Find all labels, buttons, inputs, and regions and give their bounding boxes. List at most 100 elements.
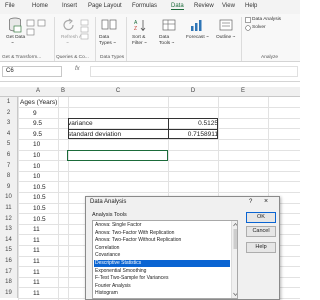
outline-icon (219, 19, 233, 31)
column-header-c[interactable]: C (68, 88, 168, 94)
data-analysis-button[interactable]: Data Analysis (252, 17, 281, 23)
tab-page-layout[interactable]: Page Layout (88, 3, 122, 9)
formula-input[interactable] (90, 66, 298, 77)
cell-a-value[interactable]: 11 (33, 226, 40, 233)
forecast-icon (191, 20, 202, 31)
row-header[interactable]: 11 (0, 203, 18, 214)
row-gridline (18, 191, 300, 193)
tab-file[interactable]: File (5, 3, 15, 9)
cell-a-value[interactable]: 10 (33, 152, 40, 159)
row-header[interactable]: 16 (0, 256, 18, 267)
row-header[interactable]: 8 (0, 171, 18, 182)
ribbon-tab-bar: File Home Insert Page Layout Formulas Da… (0, 0, 300, 14)
cell-a-value[interactable]: 9.5 (33, 120, 42, 127)
connections-icons[interactable] (80, 19, 92, 41)
row-header[interactable]: 4 (0, 128, 18, 140)
row-header[interactable]: 15 (0, 245, 18, 256)
row-header[interactable]: 2 (0, 107, 18, 119)
row-header[interactable]: 5 (0, 139, 18, 150)
solver-button[interactable]: Solver (252, 25, 266, 31)
get-data-button[interactable]: Get Data (6, 35, 25, 41)
stats-range-divider (68, 128, 218, 130)
tool-item[interactable]: Histogram (94, 290, 230, 297)
cell-a-value[interactable]: 11 (33, 258, 40, 265)
column-headers: A B C D E (0, 87, 300, 97)
cell-a-value[interactable]: 10.5 (33, 194, 46, 201)
tab-formulas[interactable]: Formulas (132, 3, 157, 9)
tool-item[interactable]: Exponential Smoothing (94, 268, 230, 275)
column-header-d[interactable]: D (168, 88, 218, 94)
help-icon[interactable]: ? (249, 199, 252, 205)
data-types-button[interactable]: Data Types ~ (99, 35, 121, 47)
row-header[interactable]: 1 (0, 97, 18, 108)
tool-item[interactable]: F-Test Two-Sample for Variances (94, 275, 230, 282)
cell-a-value[interactable]: 10 (33, 163, 40, 170)
cell-a-value[interactable]: 10.5 (33, 184, 46, 191)
tool-item-selected[interactable]: Descriptive Statistics (94, 260, 230, 267)
group-get-transform: Get & Transform... (2, 55, 42, 60)
ribbon: Get Data ~ Get & Transform... Refresh Al… (0, 14, 300, 62)
get-data-dropdown[interactable]: ~ (11, 41, 14, 47)
dialog-title: Data Analysis (90, 199, 127, 205)
tab-data[interactable]: Data (171, 3, 184, 10)
active-cell-c6[interactable] (67, 149, 168, 162)
name-box-value: C6 (6, 68, 14, 74)
tab-view[interactable]: View (222, 3, 235, 9)
close-icon[interactable]: × (264, 198, 268, 205)
row-header[interactable]: 9 (0, 181, 18, 193)
refresh-all-dropdown[interactable]: ~ (66, 41, 69, 47)
tab-insert[interactable]: Insert (62, 3, 77, 9)
row-header[interactable]: 13 (0, 224, 18, 235)
cell-a-value[interactable]: 11 (33, 237, 40, 244)
column-header-b[interactable]: B (58, 88, 68, 94)
tool-item[interactable]: Fourier Analysis (94, 283, 230, 290)
help-button[interactable]: Help (246, 242, 276, 253)
tab-help[interactable]: Help (245, 3, 257, 9)
cell-a-value[interactable]: 10.5 (33, 205, 46, 212)
row-header[interactable]: 10 (0, 192, 18, 203)
row-header[interactable]: 12 (0, 213, 18, 225)
row-header[interactable]: 7 (0, 160, 18, 172)
sort-filter-button[interactable]: Sort & Filter ~ (132, 35, 154, 47)
row-header[interactable]: 3 (0, 118, 18, 129)
tool-item[interactable]: Anova: Single Factor (94, 222, 230, 229)
row-header[interactable]: 14 (0, 234, 18, 246)
outline-button[interactable]: Outline ~ (216, 35, 235, 41)
tool-item[interactable]: Correlation (94, 245, 230, 252)
analysis-tools-list[interactable]: Anova: Single Factor Anova: Two-Factor Wi… (92, 220, 238, 299)
cancel-button[interactable]: Cancel (246, 226, 276, 237)
forecast-button[interactable]: Forecast ~ (186, 35, 209, 41)
cell-a-value[interactable]: Ages (Years) (20, 99, 57, 106)
ok-button[interactable]: OK (246, 212, 276, 223)
cell-a-value[interactable]: 11 (33, 269, 40, 276)
analysis-tools-label: Analysis Tools (92, 212, 127, 218)
list-scrollbar[interactable] (231, 221, 237, 298)
cell-a-value[interactable]: 10 (33, 173, 40, 180)
cell-a-value[interactable]: 11 (33, 290, 40, 297)
group-queries-connections: Queries & Co... (56, 55, 89, 60)
data-tools-button[interactable]: Data Tools ~ (159, 35, 181, 47)
name-box[interactable]: C6 (2, 66, 62, 77)
data-tools-icon (162, 19, 176, 31)
cell-a-value[interactable]: 9.5 (33, 131, 42, 138)
column-header-e[interactable]: E (218, 88, 268, 94)
row-header[interactable]: 18 (0, 277, 18, 288)
cell-a-value[interactable]: 11 (33, 279, 40, 286)
cell-a-value[interactable]: 10 (33, 141, 40, 148)
cell-a-value[interactable]: 10.5 (33, 216, 46, 223)
row-header[interactable]: 17 (0, 266, 18, 278)
column-header-a[interactable]: A (18, 88, 58, 94)
tool-item[interactable]: Anova: Two-Factor With Replication (94, 230, 230, 237)
query-icons[interactable] (26, 19, 50, 43)
row-header[interactable]: 19 (0, 287, 18, 299)
fx-icon[interactable]: fx (75, 66, 80, 72)
database-icon (9, 17, 22, 33)
cell-a-value[interactable]: 11 (33, 247, 40, 254)
tab-review[interactable]: Review (194, 3, 214, 9)
sort-filter-icon: A Z (134, 20, 146, 32)
tool-item[interactable]: Covariance (94, 252, 230, 259)
cell-a-value[interactable]: 9 (33, 110, 37, 117)
tab-home[interactable]: Home (32, 3, 48, 9)
tool-item[interactable]: Anova: Two-Factor Without Replication (94, 237, 230, 244)
row-header[interactable]: 6 (0, 150, 18, 161)
